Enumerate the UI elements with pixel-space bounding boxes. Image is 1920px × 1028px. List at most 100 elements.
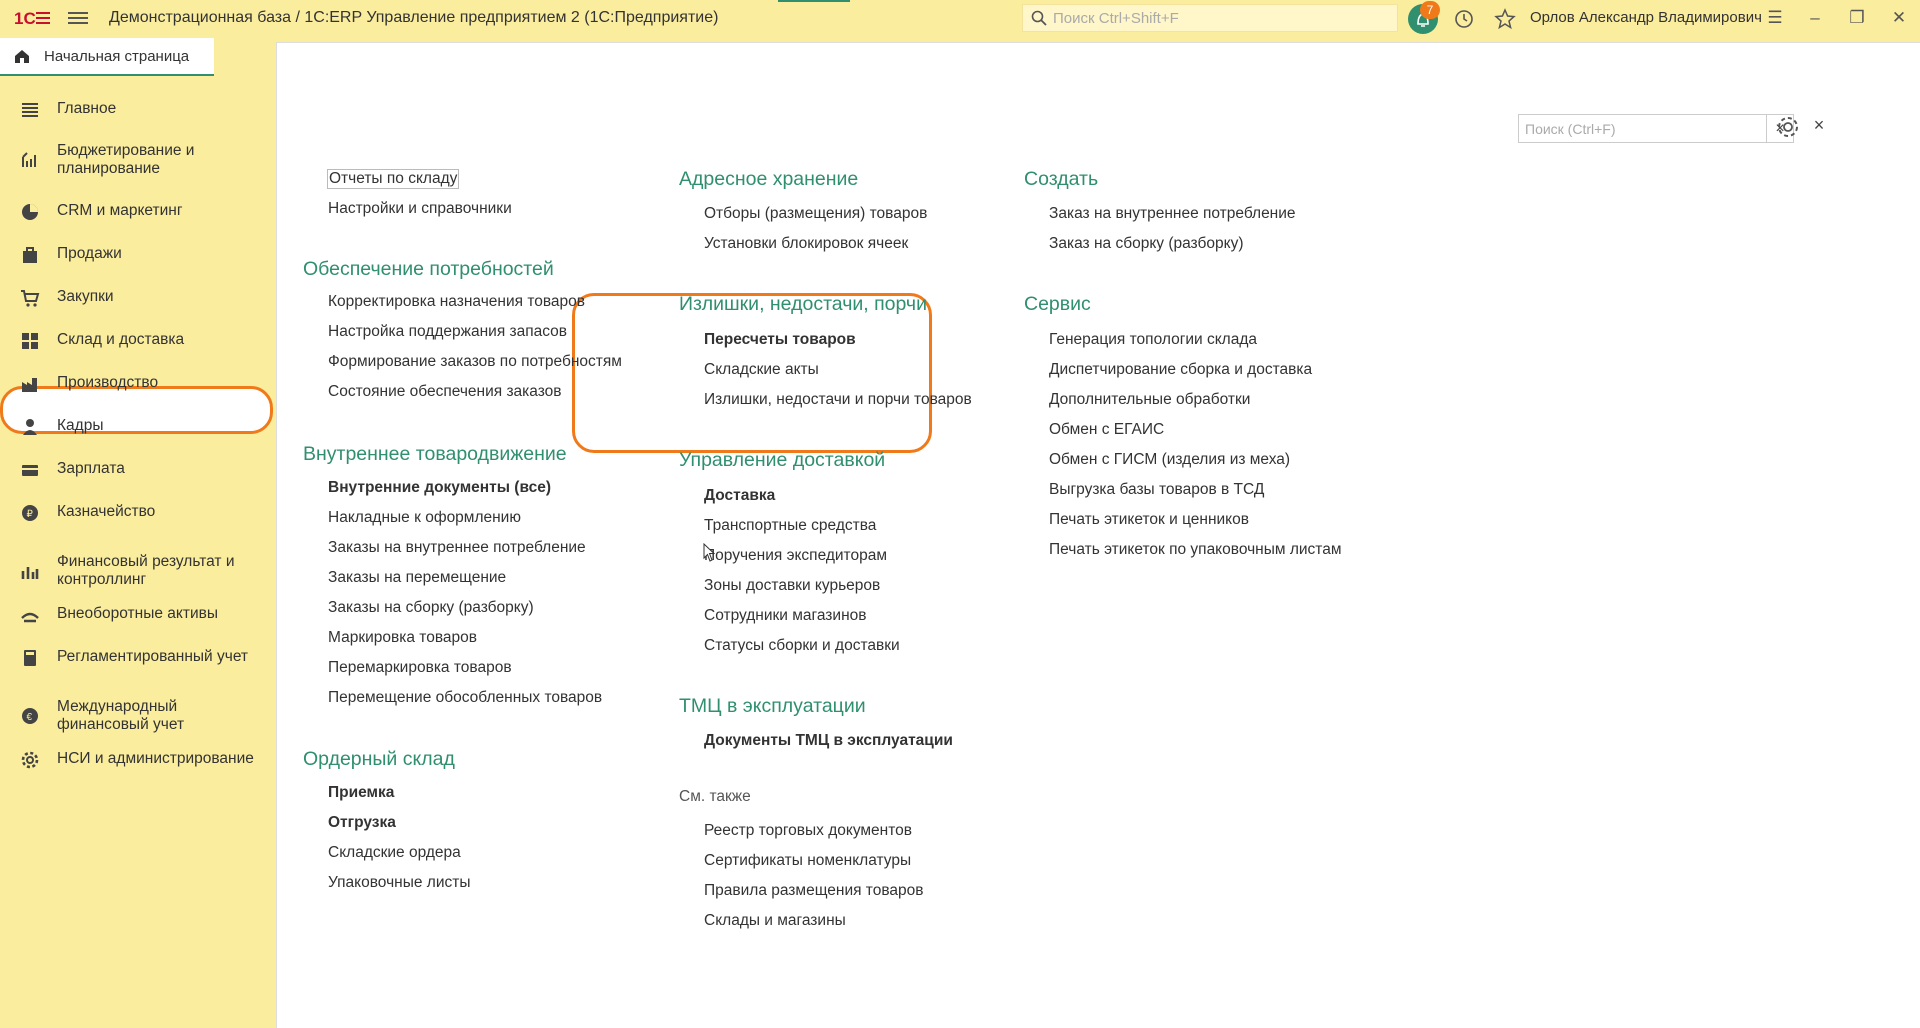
sidebar-item-2[interactable]: Бюджетирование и планирование [0, 142, 275, 178]
nav-link[interactable]: Диспетчирование сборка и доставка [1049, 361, 1312, 379]
sidebar-item-label: Склад и доставка [57, 331, 185, 348]
sidebar-item-label: Зарплата [57, 460, 125, 477]
tab-home[interactable]: Начальная страница [0, 38, 214, 76]
nav-link[interactable]: Перемаркировка товаров [328, 659, 512, 677]
restore-icon[interactable]: ❐ [1842, 6, 1872, 30]
sidebar-item-7[interactable]: Производство [0, 374, 275, 394]
sidebar-item-9[interactable]: Зарплата [0, 460, 275, 480]
nav-link[interactable]: Печать этикеток по упаковочным листам [1049, 541, 1342, 559]
nav-link[interactable]: Заказы на сборку (разборку) [328, 599, 534, 617]
history-icon[interactable] [1453, 8, 1475, 30]
nav-link[interactable]: Зоны доставки курьеров [704, 577, 880, 595]
sidebar-item-11[interactable]: Финансовый результат и контроллинг [0, 553, 275, 589]
see-also-link[interactable]: Реестр торговых документов [704, 822, 912, 840]
sidebar-item-13[interactable]: Регламентированный учет [0, 648, 275, 668]
sidebar-item-14[interactable]: € Международный финансовый учет [0, 698, 275, 734]
nav-link[interactable]: Печать этикеток и ценников [1049, 511, 1249, 529]
sidebar-item-8[interactable]: Кадры [0, 417, 275, 437]
nav-link[interactable]: Обмен с ГИСМ (изделия из меха) [1049, 451, 1290, 469]
sidebar-item-12[interactable]: Внеоборотные активы [0, 605, 275, 625]
nav-link[interactable]: Маркировка товаров [328, 629, 477, 647]
nav-link[interactable]: Перемещение обособленных товаров [328, 689, 602, 707]
nav-link[interactable]: Сотрудники магазинов [704, 607, 866, 625]
settings-menu-icon[interactable]: ☰ [1760, 6, 1790, 30]
sidebar-item-10[interactable]: ₽ Казначейство [0, 503, 275, 523]
nav-link[interactable]: Складские акты [704, 361, 819, 379]
nav-link[interactable]: Дополнительные обработки [1049, 391, 1250, 409]
nav-link[interactable]: Доставка [704, 487, 775, 505]
sidebar-item-15[interactable]: НСИ и администрирование [0, 750, 275, 770]
nav-link[interactable]: Корректировка назначения товаров [328, 293, 585, 311]
sidebar-item-6[interactable]: Склад и доставка [0, 331, 275, 351]
global-search-input[interactable]: Поиск Ctrl+Shift+F [1022, 4, 1398, 32]
nav-link[interactable]: Заказы на перемещение [328, 569, 506, 587]
sidebar-item-1[interactable]: Главное [0, 100, 275, 120]
nav-link[interactable]: Отборы (размещения) товаров [704, 205, 927, 223]
sidebar-item-label: Внеоборотные активы [57, 605, 218, 622]
sidebar: Главное Бюджетирование и планирование CRM … [0, 78, 275, 1028]
nav-link[interactable]: Обмен с ЕГАИС [1049, 421, 1164, 439]
section-title: Ордерный склад [303, 748, 455, 770]
see-also-link[interactable]: Склады и магазины [704, 912, 846, 930]
user-name[interactable]: Орлов Александр Владимирович [1530, 9, 1762, 26]
menu-icon[interactable] [68, 9, 88, 27]
nav-link[interactable]: Генерация топологии склада [1049, 331, 1257, 349]
sidebar-item-3[interactable]: CRM и маркетинг [0, 202, 275, 222]
link-warehouse-reports[interactable]: Отчеты по складу [327, 169, 460, 189]
sidebar-item-5[interactable]: Закупки [0, 288, 275, 308]
main-panel: Поиск (Ctrl+F) × × Отчеты по складу Настр… [276, 42, 1920, 1028]
list-icon [22, 103, 38, 117]
nav-link[interactable]: Накладные к оформлению [328, 509, 521, 527]
nav-link[interactable]: Выгрузка базы товаров в ТСД [1049, 481, 1264, 499]
nav-link[interactable]: Заказ на сборку (разборку) [1049, 235, 1243, 253]
sidebar-item-label: Закупки [57, 288, 114, 305]
sidebar-item-label: Финансовый результат и контроллинг [57, 553, 235, 588]
nav-link[interactable]: Отгрузка [328, 814, 396, 832]
app-title: Демонстрационная база / 1С:ERP Управлени… [109, 9, 719, 26]
search-icon [1031, 10, 1047, 26]
factory-icon [22, 378, 37, 392]
sidebar-item-label: Казначейство [57, 503, 156, 520]
star-icon[interactable] [1494, 8, 1516, 30]
svg-text:1С: 1С [14, 9, 36, 28]
nav-link[interactable]: Заказы на внутреннее потребление [328, 539, 586, 557]
minimize-icon[interactable]: – [1800, 6, 1830, 30]
tab-home-label: Начальная страница [44, 47, 190, 65]
close-panel-button[interactable]: × [1806, 112, 1832, 138]
1c-logo-icon[interactable]: 1С [14, 6, 54, 30]
nav-link[interactable]: Складские ордера [328, 844, 461, 862]
wallet-icon [22, 465, 38, 476]
sidebar-item-label: Главное [57, 100, 117, 117]
link-settings-directories[interactable]: Настройки и справочники [328, 200, 512, 218]
nav-link[interactable]: Пересчеты товаров [704, 331, 856, 349]
section-title: ТМЦ в эксплуатации [679, 695, 866, 717]
global-search-placeholder: Поиск Ctrl+Shift+F [1053, 9, 1179, 27]
nav-link[interactable]: Заказ на внутреннее потребление [1049, 205, 1296, 223]
sidebar-item-4[interactable]: Продажи [0, 245, 275, 265]
mouse-cursor-icon [703, 543, 715, 562]
nav-link[interactable]: Приемка [328, 784, 394, 802]
window-close-icon[interactable]: ✕ [1884, 6, 1914, 30]
see-also-link[interactable]: Сертификаты номенклатуры [704, 852, 911, 870]
gear-icon [21, 751, 39, 769]
panel-search-placeholder: Поиск (Ctrl+F) [1525, 120, 1616, 137]
nav-link[interactable]: Установки блокировок ячеек [704, 235, 908, 253]
nav-link[interactable]: Внутренние документы (все) [328, 479, 551, 497]
see-also-title: См. также [679, 788, 751, 805]
panel-search-input[interactable]: Поиск (Ctrl+F) × [1518, 114, 1794, 143]
sidebar-item-label: Продажи [57, 245, 122, 262]
nav-link[interactable]: Поручения экспедиторам [704, 547, 887, 565]
nav-link[interactable]: Излишки, недостачи и порчи товаров [704, 391, 972, 409]
nav-link[interactable]: Настройка поддержания запасов [328, 323, 567, 341]
sidebar-item-label: НСИ и администрирование [57, 750, 254, 767]
nav-link[interactable]: Формирование заказов по потребностям [328, 353, 622, 371]
accent-line [778, 0, 850, 2]
nav-link[interactable]: Состояние обеспечения заказов [328, 383, 562, 401]
nav-link[interactable]: Транспортные средства [704, 517, 876, 535]
nav-link[interactable]: Статусы сборки и доставки [704, 637, 900, 655]
see-also-link[interactable]: Правила размещения товаров [704, 882, 924, 900]
nav-link[interactable]: Документы ТМЦ в эксплуатации [704, 732, 953, 750]
warehouse-icon [22, 333, 38, 349]
nav-link[interactable]: Упаковочные листы [328, 874, 470, 892]
gear-icon[interactable] [1775, 114, 1801, 140]
